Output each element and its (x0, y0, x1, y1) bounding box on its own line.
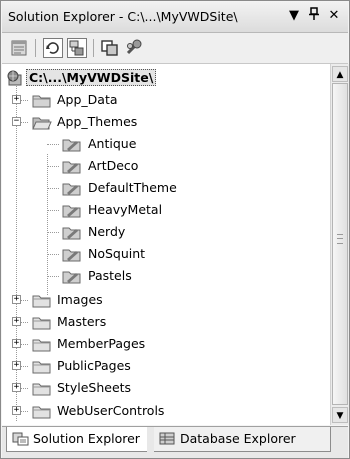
expand-icon[interactable]: + (12, 317, 21, 326)
tree-item-member-pages[interactable]: + MemberPages (2, 334, 330, 354)
open-special-folder-icon (32, 114, 52, 133)
tree-connector-line (47, 144, 59, 145)
expand-icon[interactable]: + (12, 295, 21, 304)
tree-root-node[interactable]: C:\...\MyVWDSite\ (2, 68, 330, 88)
tree-item-label: App_Themes (57, 114, 138, 129)
tree-item-theme[interactable]: NoSquint (2, 244, 330, 264)
properties-icon[interactable] (9, 38, 29, 58)
tree-connector-line (47, 276, 59, 277)
folder-icon (32, 336, 52, 355)
theme-folder-icon (62, 268, 82, 287)
tree-item-label: NoSquint (88, 246, 146, 261)
refresh-icon[interactable] (43, 38, 63, 58)
tab-label: Database Explorer (180, 431, 296, 446)
tab-solution-explorer[interactable]: Solution Explorer (6, 427, 147, 452)
folder-icon (32, 403, 52, 422)
tree-item-web-user-controls[interactable]: + WebUserControls (2, 401, 330, 421)
title-bar: Solution Explorer - C:\...\MyVWDSite\ ▼ … (2, 2, 348, 33)
tree-item-app-themes[interactable]: − App_Themes (2, 112, 330, 132)
tree-item-images[interactable]: + Images (2, 290, 330, 310)
toolbar-separator (35, 39, 36, 57)
copy-website-icon[interactable] (100, 38, 120, 58)
solution-tree: C:\...\MyVWDSite\ + App_Data − App_Theme… (2, 64, 330, 425)
theme-folder-icon (62, 224, 82, 243)
tree-item-style-sheets[interactable]: + StyleSheets (2, 378, 330, 398)
tree-item-theme[interactable]: ArtDeco (2, 156, 330, 176)
tree-item-theme[interactable]: DefaultTheme (2, 178, 330, 198)
scroll-up-arrow-icon[interactable]: ▲ (332, 66, 348, 82)
tree-item-theme[interactable]: HeavyMetal (2, 200, 330, 220)
tree-connector-line (47, 188, 59, 189)
tree-item-label: App_Data (57, 92, 118, 107)
tree-item-label: Antique (88, 136, 137, 151)
folder-icon (32, 314, 52, 333)
tree-item-theme[interactable]: Pastels (2, 266, 330, 286)
asp-net-configuration-icon[interactable] (124, 38, 144, 58)
tree-item-label: StyleSheets (57, 380, 132, 395)
expand-icon[interactable]: + (12, 339, 21, 348)
tree-root-label: C:\...\MyVWDSite\ (26, 69, 157, 86)
website-icon (6, 70, 24, 89)
theme-folder-icon (62, 246, 82, 265)
tree-item-label: Pastels (88, 268, 132, 283)
tree-item-label: PublicPages (57, 358, 131, 373)
auto-hide-pin-icon[interactable] (305, 7, 323, 25)
tree-item-app-data[interactable]: + App_Data (2, 90, 330, 110)
tree-connector-line (47, 210, 59, 211)
expand-icon[interactable]: + (12, 95, 21, 104)
tree-item-theme[interactable]: Antique (2, 134, 330, 154)
scroll-grip-icon (337, 234, 343, 244)
tab-label: Solution Explorer (33, 431, 140, 446)
nest-related-files-icon[interactable] (67, 38, 87, 58)
vertical-scrollbar[interactable]: ▲ ▼ (330, 64, 349, 425)
folder-icon (32, 380, 52, 399)
expand-icon[interactable]: + (12, 406, 21, 415)
expand-icon[interactable]: + (12, 383, 21, 392)
expand-icon[interactable]: + (12, 361, 21, 370)
collapse-icon[interactable]: − (12, 117, 21, 126)
tree-connector-line (47, 254, 59, 255)
tree-item-label: Nerdy (88, 224, 126, 239)
scroll-thumb[interactable] (332, 83, 348, 405)
special-folder-icon (32, 92, 52, 111)
tree-item-label: DefaultTheme (88, 180, 177, 195)
tree-item-label: Masters (57, 314, 107, 329)
folder-icon (32, 292, 52, 311)
tree-connector-line (47, 232, 59, 233)
tree-item-public-pages[interactable]: + PublicPages (2, 356, 330, 376)
tree-item-theme[interactable]: Nerdy (2, 222, 330, 242)
close-icon[interactable]: ✕ (325, 7, 343, 25)
scroll-down-arrow-icon[interactable]: ▼ (332, 407, 348, 423)
theme-folder-icon (62, 202, 82, 221)
tab-database-explorer[interactable]: Database Explorer (154, 427, 331, 452)
tree-item-label: WebUserControls (57, 403, 165, 418)
database-explorer-icon (159, 431, 177, 450)
toolbar-separator (93, 39, 94, 57)
theme-folder-icon (62, 158, 82, 177)
theme-folder-icon (62, 136, 82, 155)
tree-item-label: ArtDeco (88, 158, 139, 173)
tree-item-label: Images (57, 292, 103, 307)
tree-connector-line (47, 166, 59, 167)
tool-window-tab-strip: Solution Explorer Database Explorer (2, 426, 348, 458)
window-menu-dropdown-icon[interactable]: ▼ (285, 7, 303, 25)
window-title: Solution Explorer - C:\...\MyVWDSite\ (8, 9, 238, 24)
folder-icon (32, 358, 52, 377)
theme-folder-icon (62, 180, 82, 199)
tree-item-label: HeavyMetal (88, 202, 163, 217)
toolbar (2, 33, 348, 64)
solution-explorer-icon (12, 431, 30, 450)
tree-item-masters[interactable]: + Masters (2, 312, 330, 332)
solution-explorer-window: Solution Explorer - C:\...\MyVWDSite\ ▼ … (0, 0, 350, 459)
tree-item-label: MemberPages (57, 336, 146, 351)
